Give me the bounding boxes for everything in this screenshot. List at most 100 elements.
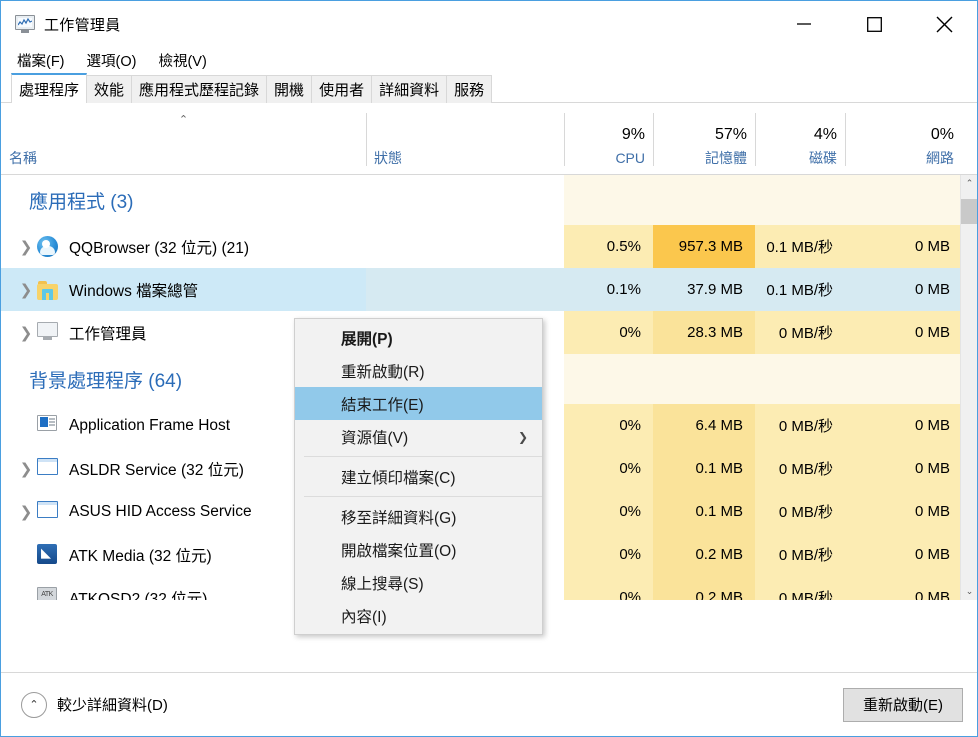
tab-startup[interactable]: 開機 bbox=[266, 75, 313, 103]
fewer-details-label: 較少詳細資料(D) bbox=[57, 697, 168, 714]
process-group-header[interactable]: 應用程式 (3) bbox=[1, 175, 962, 225]
atk-media-icon bbox=[37, 543, 59, 566]
row-expander-icon: ❯ bbox=[15, 546, 37, 564]
process-network: 0 MB bbox=[914, 281, 950, 298]
process-cpu: 0% bbox=[619, 417, 641, 434]
memory-total-percent: 57% bbox=[714, 126, 747, 143]
vertical-scroll-thumb[interactable] bbox=[961, 199, 977, 224]
menu-file[interactable]: 檔案(F) bbox=[15, 49, 67, 72]
process-cpu: 0% bbox=[619, 589, 641, 600]
tab-performance[interactable]: 效能 bbox=[86, 75, 133, 103]
context-menu-item-label: 展開(P) bbox=[341, 330, 393, 348]
minimize-button[interactable] bbox=[781, 8, 827, 40]
scroll-up-icon[interactable]: ⌃ bbox=[961, 175, 977, 192]
process-name: Application Frame Host bbox=[69, 416, 231, 434]
context-menu-item[interactable]: 線上搜尋(S) bbox=[295, 566, 542, 599]
context-menu-item-label: 資源值(V) bbox=[341, 429, 409, 447]
process-network: 0 MB bbox=[914, 546, 950, 563]
process-cpu: 0% bbox=[619, 503, 641, 520]
menu-view[interactable]: 檢視(V) bbox=[156, 49, 208, 72]
task-manager-window: 工作管理員 檔案(F) 選項(O) 檢視(V) 處理程序 效能 應用程式歷程記錄 bbox=[0, 0, 978, 737]
context-menu-separator bbox=[304, 456, 542, 457]
menu-bar: 檔案(F) 選項(O) 檢視(V) bbox=[1, 47, 977, 73]
process-cpu: 0.5% bbox=[606, 238, 641, 255]
row-expander-icon: ❯ bbox=[15, 589, 37, 601]
context-menu-item[interactable]: 內容(I) bbox=[295, 599, 542, 632]
context-menu-item-label: 開啟檔案位置(O) bbox=[341, 542, 457, 560]
app-frame-host-icon bbox=[37, 414, 59, 437]
group-label: 背景處理程序 (64) bbox=[29, 370, 183, 392]
column-header-name[interactable]: ⌃ 名稱 bbox=[1, 103, 366, 174]
atk-osd-icon: ATK bbox=[37, 586, 59, 600]
row-expander-icon[interactable]: ❯ bbox=[15, 238, 37, 256]
row-expander-icon[interactable]: ❯ bbox=[15, 460, 37, 478]
context-menu-item[interactable]: 重新啟動(R) bbox=[295, 354, 542, 387]
maximize-button[interactable] bbox=[851, 8, 897, 40]
column-header-disk-label: 磁碟 bbox=[809, 150, 837, 166]
process-memory: 28.3 MB bbox=[687, 324, 743, 341]
process-memory: 37.9 MB bbox=[687, 281, 743, 298]
restart-button[interactable]: 重新啟動(E) bbox=[843, 687, 963, 722]
process-memory: 0.1 MB bbox=[695, 460, 743, 477]
process-name: ATK Media (32 位元) bbox=[69, 547, 212, 565]
row-expander-icon[interactable]: ❯ bbox=[15, 503, 37, 521]
process-name: ATKOSD2 (32 位元) bbox=[69, 590, 208, 601]
column-header-disk[interactable]: 4% 磁碟 bbox=[755, 103, 845, 174]
process-disk: 0 MB/秒 bbox=[778, 418, 833, 435]
folder-explorer-icon bbox=[37, 279, 59, 301]
tab-processes[interactable]: 處理程序 bbox=[11, 73, 88, 104]
column-header-cpu[interactable]: 9% CPU bbox=[564, 103, 653, 174]
process-name: ASLDR Service (32 位元) bbox=[69, 461, 244, 479]
process-disk: 0 MB/秒 bbox=[778, 547, 833, 564]
column-header-status[interactable]: 狀態 bbox=[366, 103, 564, 174]
context-menu-separator bbox=[304, 496, 542, 497]
context-menu-item[interactable]: 建立傾印檔案(C) bbox=[295, 460, 542, 493]
context-menu-item-label: 建立傾印檔案(C) bbox=[341, 469, 456, 487]
process-cpu: 0% bbox=[619, 324, 641, 341]
footer-bar: ⌃ 較少詳細資料(D) 重新啟動(E) bbox=[1, 672, 977, 736]
process-memory: 0.2 MB bbox=[695, 546, 743, 563]
table-row[interactable]: ❯ Windows 檔案總管 0.1% 37.9 MB 0.1 MB/秒 0 MB bbox=[1, 268, 962, 311]
context-menu-item[interactable]: 開啟檔案位置(O) bbox=[295, 533, 542, 566]
vertical-scrollbar[interactable]: ⌃ ⌄ bbox=[960, 175, 977, 600]
process-name: QQBrowser (32 位元) (21) bbox=[69, 239, 250, 257]
window-controls bbox=[781, 8, 967, 40]
sort-ascending-icon: ⌃ bbox=[178, 114, 189, 126]
column-header-name-label: 名稱 bbox=[9, 150, 37, 166]
process-disk: 0.1 MB/秒 bbox=[766, 239, 833, 256]
tab-app-history[interactable]: 應用程式歷程記錄 bbox=[131, 75, 268, 103]
generic-window-icon bbox=[37, 500, 59, 523]
process-disk: 0 MB/秒 bbox=[778, 325, 833, 342]
row-expander-icon[interactable]: ❯ bbox=[15, 324, 37, 342]
column-header-memory[interactable]: 57% 記憶體 bbox=[653, 103, 755, 174]
table-row[interactable]: ❯ QQBrowser (32 位元) (21) 0.5% 957.3 MB 0.1 M… bbox=[1, 225, 962, 268]
title-bar: 工作管理員 bbox=[1, 1, 977, 47]
tab-services[interactable]: 服務 bbox=[446, 75, 493, 103]
context-menu-item[interactable]: 展開(P) bbox=[295, 321, 542, 354]
process-network: 0 MB bbox=[914, 238, 950, 255]
tab-details[interactable]: 詳細資料 bbox=[371, 75, 448, 103]
task-manager-icon bbox=[37, 321, 59, 344]
close-button[interactable] bbox=[921, 8, 967, 40]
row-expander-icon[interactable]: ❯ bbox=[15, 281, 37, 299]
process-memory: 957.3 MB bbox=[678, 238, 743, 255]
process-cpu: 0.1% bbox=[606, 281, 641, 298]
row-expander-icon: ❯ bbox=[15, 417, 37, 435]
process-network: 0 MB bbox=[914, 589, 950, 600]
context-menu-item[interactable]: 結束工作(E) bbox=[295, 387, 542, 420]
context-menu-item[interactable]: 移至詳細資料(G) bbox=[295, 500, 542, 533]
process-cpu: 0% bbox=[619, 460, 641, 477]
column-header-network[interactable]: 0% 網路 bbox=[845, 103, 962, 174]
fewer-details-button[interactable]: ⌃ 較少詳細資料(D) bbox=[21, 691, 168, 718]
scroll-down-icon[interactable]: ⌄ bbox=[961, 583, 977, 600]
context-menu-item-label: 線上搜尋(S) bbox=[341, 575, 424, 593]
menu-options[interactable]: 選項(O) bbox=[85, 49, 139, 72]
context-menu-item-label: 移至詳細資料(G) bbox=[341, 509, 457, 527]
process-disk: 0 MB/秒 bbox=[778, 461, 833, 478]
tab-users[interactable]: 使用者 bbox=[311, 75, 373, 103]
context-menu-item-label: 內容(I) bbox=[341, 608, 387, 626]
context-menu-item-label: 重新啟動(R) bbox=[341, 363, 425, 381]
process-network: 0 MB bbox=[914, 324, 950, 341]
column-header-network-label: 網路 bbox=[926, 150, 954, 166]
context-menu-item[interactable]: 資源值(V) ❯ bbox=[295, 420, 542, 453]
